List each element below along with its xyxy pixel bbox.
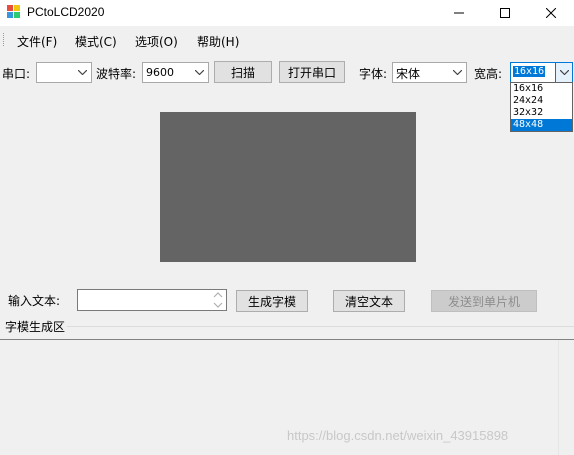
menu-bar: 文件(F) 模式(C) 选项(O) 帮助(H) xyxy=(0,28,574,52)
baud-label: 波特率: xyxy=(96,67,137,81)
clear-text-button[interactable]: 清空文本 xyxy=(333,290,405,312)
generate-font-button[interactable]: 生成字模 xyxy=(236,290,308,312)
dropdown-arrow-icon xyxy=(191,63,208,82)
dropdown-arrow-icon xyxy=(555,63,572,82)
baud-value: 9600 xyxy=(146,66,174,79)
open-port-button[interactable]: 打开串口 xyxy=(279,61,345,83)
dropdown-arrow-icon xyxy=(449,63,466,82)
spin-down-icon xyxy=(213,302,223,308)
close-button[interactable] xyxy=(528,0,574,26)
dropdown-option-highlighted[interactable]: 48x48 xyxy=(511,119,572,131)
size-select[interactable]: 16x16 xyxy=(510,62,573,83)
maximize-icon xyxy=(500,8,510,18)
menu-help[interactable]: 帮助(H) xyxy=(197,33,239,50)
app-icon xyxy=(7,5,21,19)
dropdown-option[interactable]: 24x24 xyxy=(511,95,572,107)
minimize-button[interactable] xyxy=(436,0,482,26)
font-select[interactable]: 宋体 xyxy=(392,62,467,83)
font-label: 字体: xyxy=(359,67,388,81)
spin-up-icon xyxy=(213,292,223,298)
size-value: 16x16 xyxy=(513,66,546,77)
window-title: PCtoLCD2020 xyxy=(27,5,105,19)
menu-mode[interactable]: 模式(C) xyxy=(75,33,117,50)
send-to-mcu-button[interactable]: 发送到单片机 xyxy=(431,290,537,312)
port-select[interactable] xyxy=(36,62,92,83)
scan-button[interactable]: 扫描 xyxy=(214,61,272,83)
size-dropdown-list[interactable]: 16x16 24x24 32x32 48x48 xyxy=(510,82,573,132)
port-label: 串口: xyxy=(2,67,31,81)
baud-select[interactable]: 9600 xyxy=(142,62,209,83)
input-text-label: 输入文本: xyxy=(8,294,61,308)
size-label: 宽高: xyxy=(474,67,503,81)
font-preview-panel xyxy=(160,112,416,262)
menu-grip xyxy=(3,33,6,46)
dropdown-option[interactable]: 32x32 xyxy=(511,107,572,119)
vertical-scrollbar[interactable] xyxy=(558,340,574,455)
output-group-label: 字模生成区 xyxy=(5,320,66,334)
title-bar: PCtoLCD2020 xyxy=(0,0,574,26)
font-value: 宋体 xyxy=(396,67,421,81)
dropdown-arrow-icon xyxy=(74,63,91,82)
dropdown-option[interactable]: 16x16 xyxy=(511,83,572,95)
close-icon xyxy=(546,8,556,18)
maximize-button[interactable] xyxy=(482,0,528,26)
menu-file[interactable]: 文件(F) xyxy=(17,33,57,50)
group-divider xyxy=(67,326,574,327)
watermark-text: https://blog.csdn.net/weixin_43915898 xyxy=(287,428,509,443)
minimize-icon xyxy=(454,12,464,14)
menu-options[interactable]: 选项(O) xyxy=(135,33,178,50)
text-input-field[interactable] xyxy=(77,289,227,311)
spin-control[interactable] xyxy=(212,291,224,309)
